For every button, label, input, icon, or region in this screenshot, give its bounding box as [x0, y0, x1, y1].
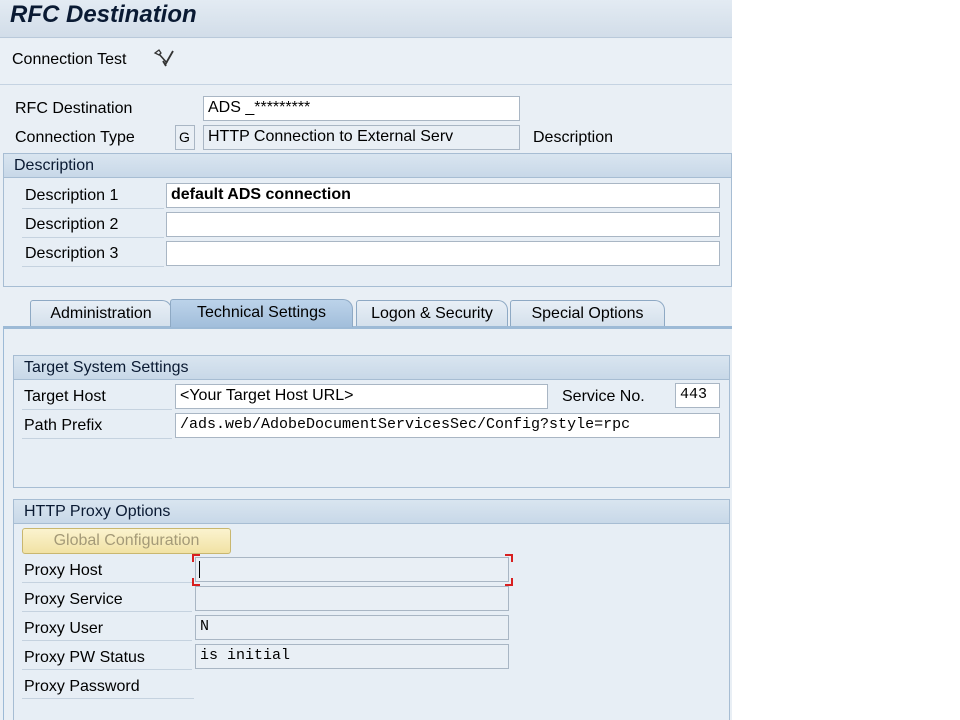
focus-marker: [505, 554, 513, 562]
description-3-field[interactable]: [166, 241, 720, 266]
proxy-service-field[interactable]: [195, 586, 509, 611]
service-no-label: Service No.: [562, 388, 645, 405]
divider: [22, 266, 164, 267]
divider: [22, 438, 172, 439]
divider: [22, 237, 164, 238]
text-cursor: [199, 561, 200, 578]
focus-marker: [505, 578, 513, 586]
description-link[interactable]: Description: [533, 128, 613, 148]
description-2-field[interactable]: [166, 212, 720, 237]
tab-technical-settings[interactable]: Technical Settings: [170, 299, 353, 327]
focus-marker: [192, 578, 200, 586]
path-prefix-label: Path Prefix: [24, 417, 103, 434]
proxy-user-label: Proxy User: [24, 620, 104, 637]
divider: [22, 208, 164, 209]
rfc-destination-label: RFC Destination: [15, 100, 133, 117]
description-group-header: Description: [4, 154, 731, 178]
proxy-pw-status-field: is initial: [195, 644, 509, 669]
sap-gui-window: RFC Destination Connection Test RFC Dest…: [0, 0, 732, 720]
divider: [22, 669, 192, 670]
divider: [22, 409, 172, 410]
connection-test-button[interactable]: Connection Test: [12, 51, 126, 69]
tab-administration[interactable]: Administration: [30, 300, 172, 326]
description-2-label: Description 2: [25, 216, 119, 233]
description-1-field[interactable]: default ADS connection: [166, 183, 720, 208]
service-no-field[interactable]: 443: [675, 383, 720, 408]
description-1-label: Description 1: [25, 187, 119, 204]
title-bar: RFC Destination: [0, 0, 732, 38]
target-host-label: Target Host: [24, 388, 106, 405]
proxy-host-label: Proxy Host: [24, 562, 103, 579]
application-toolbar: Connection Test: [0, 39, 732, 85]
divider: [22, 611, 192, 612]
target-system-group-header: Target System Settings: [14, 356, 729, 380]
wrench-check-icon[interactable]: [152, 48, 176, 70]
connection-type-text-field: HTTP Connection to External Serv: [203, 125, 520, 150]
proxy-service-label: Proxy Service: [24, 591, 123, 608]
rfc-destination-field[interactable]: ADS _*********: [203, 96, 520, 121]
tab-special-options[interactable]: Special Options: [510, 300, 665, 326]
proxy-password-label: Proxy Password: [24, 678, 140, 695]
focus-marker: [192, 554, 200, 562]
http-proxy-group-header: HTTP Proxy Options: [14, 500, 729, 524]
divider: [22, 640, 192, 641]
divider: [22, 698, 194, 699]
description-3-label: Description 3: [25, 245, 119, 262]
target-host-field[interactable]: <Your Target Host URL>: [175, 384, 548, 409]
proxy-host-field[interactable]: [195, 557, 509, 582]
tab-logon-security[interactable]: Logon & Security: [356, 300, 508, 326]
connection-type-code-field[interactable]: G: [175, 125, 195, 150]
connection-type-label: Connection Type: [15, 129, 135, 146]
proxy-pw-status-label: Proxy PW Status: [24, 649, 145, 666]
divider: [22, 582, 192, 583]
path-prefix-field[interactable]: /ads.web/AdobeDocumentServicesSec/Config…: [175, 413, 720, 438]
proxy-user-field[interactable]: N: [195, 615, 509, 640]
global-configuration-button[interactable]: Global Configuration: [22, 528, 231, 554]
page-title: RFC Destination: [10, 1, 197, 28]
